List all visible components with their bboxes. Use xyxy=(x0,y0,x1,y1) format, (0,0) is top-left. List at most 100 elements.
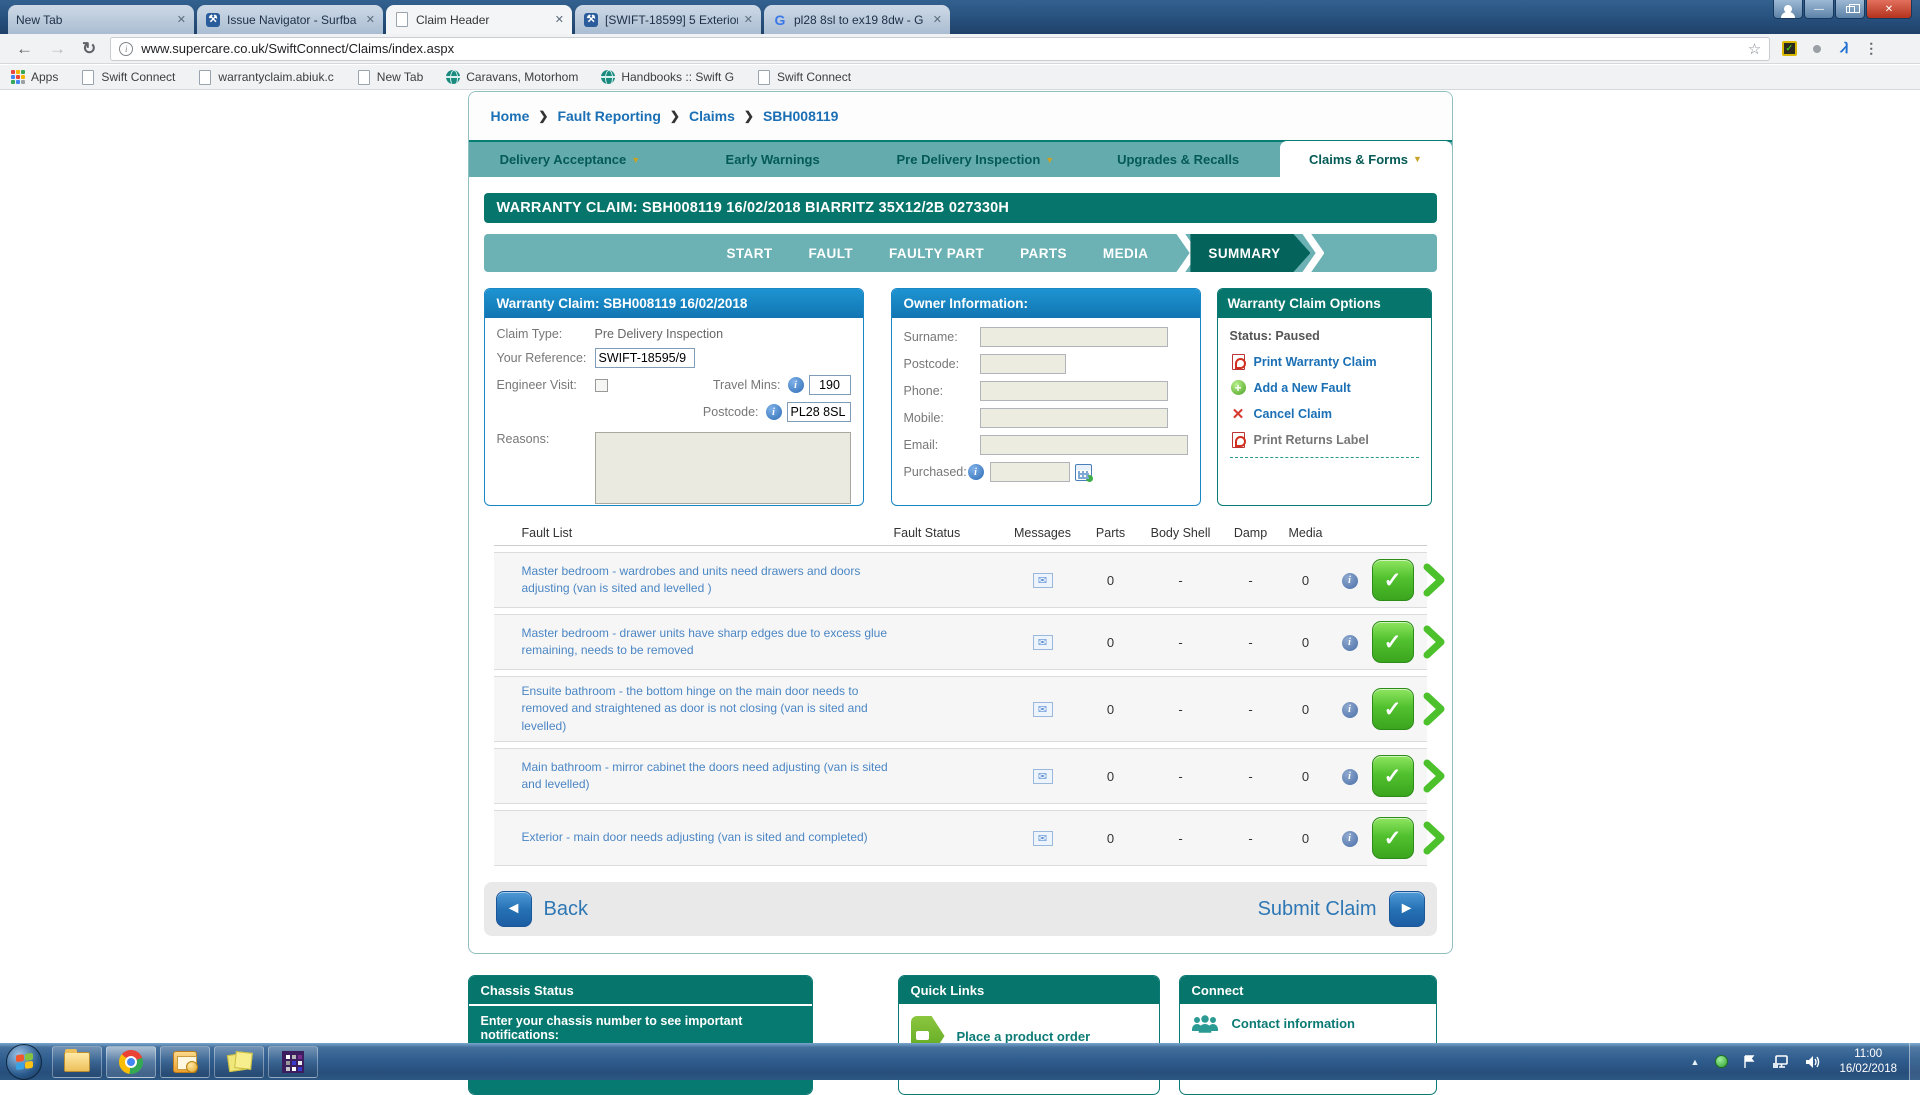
profile-button[interactable] xyxy=(1773,0,1803,19)
contact-information-link[interactable]: Contact information xyxy=(1232,1016,1356,1031)
tab-close-icon[interactable]: ✕ xyxy=(366,13,375,26)
breadcrumb-claims[interactable]: Claims xyxy=(689,108,735,124)
submit-claim-button[interactable]: Submit Claim ► xyxy=(1246,891,1425,927)
print-warranty-claim-link[interactable]: Print Warranty Claim xyxy=(1230,353,1419,370)
apps-shortcut[interactable]: Apps xyxy=(10,69,58,85)
back-button[interactable]: ◄ Back xyxy=(496,891,600,927)
info-icon[interactable]: i xyxy=(1342,769,1358,785)
browser-tab-swift-18599[interactable]: ⚒ [SWIFT-18599] 5 Exterior ✕ xyxy=(575,5,761,34)
taskbar-chrome-button[interactable] xyxy=(106,1046,156,1078)
complete-check-button[interactable]: ✓ xyxy=(1372,688,1414,730)
site-info-icon[interactable]: i xyxy=(119,42,133,56)
fault-link[interactable]: Main bathroom - mirror cabinet the doors… xyxy=(494,759,894,794)
restore-button[interactable] xyxy=(1835,0,1865,19)
start-button[interactable] xyxy=(6,1044,42,1080)
info-icon[interactable]: i xyxy=(1342,702,1358,718)
info-icon[interactable]: i xyxy=(1342,635,1358,651)
forward-nav-icon[interactable]: → xyxy=(49,39,66,59)
envelope-icon[interactable]: ✉ xyxy=(1033,573,1053,588)
close-button[interactable]: ✕ xyxy=(1866,0,1912,19)
action-center-flag-icon[interactable] xyxy=(1742,1054,1758,1070)
your-reference-input[interactable] xyxy=(595,348,695,368)
shield-extension-icon[interactable]: ✓ xyxy=(1780,40,1798,58)
cancel-claim-link[interactable]: ✕ Cancel Claim xyxy=(1230,405,1419,422)
complete-check-button[interactable]: ✓ xyxy=(1372,621,1414,663)
tab-close-icon[interactable]: ✕ xyxy=(177,13,186,26)
taskbar-app-button[interactable] xyxy=(268,1046,318,1078)
bookmark-star-icon[interactable]: ☆ xyxy=(1748,40,1761,58)
info-icon[interactable]: i xyxy=(788,377,804,393)
add-new-fault-link[interactable]: + Add a New Fault xyxy=(1230,379,1419,396)
envelope-icon[interactable]: ✉ xyxy=(1033,635,1053,650)
back-arrow-icon[interactable]: ◄ xyxy=(496,891,532,927)
nav-tab-pre-delivery-inspection[interactable]: Pre Delivery Inspection ▼ xyxy=(874,142,1077,177)
browser-menu-icon[interactable]: ⋮ xyxy=(1864,40,1878,57)
info-icon[interactable]: i xyxy=(968,464,984,480)
tab-close-icon[interactable]: ✕ xyxy=(744,13,753,26)
info-icon[interactable]: i xyxy=(1342,831,1358,847)
info-icon[interactable]: i xyxy=(1342,573,1358,589)
bookmark-swift-connect-2[interactable]: Swift Connect xyxy=(756,69,851,85)
submit-arrow-icon[interactable]: ► xyxy=(1389,891,1425,927)
step-start[interactable]: START xyxy=(727,246,773,261)
back-nav-icon[interactable]: ← xyxy=(16,39,33,59)
engineer-visit-checkbox[interactable] xyxy=(595,379,608,392)
open-fault-chevron[interactable] xyxy=(1418,821,1451,855)
messages-cell[interactable]: ✉ xyxy=(1004,830,1082,846)
calendar-icon[interactable] xyxy=(1075,464,1092,481)
step-summary-active[interactable]: SUMMARY xyxy=(1190,234,1310,272)
browser-tab-claim-header[interactable]: Claim Header ✕ xyxy=(386,5,572,34)
bookmark-new-tab[interactable]: New Tab xyxy=(356,69,423,85)
minimize-button[interactable]: — xyxy=(1804,0,1834,19)
taskbar-clock[interactable]: 11:00 16/02/2018 xyxy=(1839,1047,1897,1077)
bookmark-handbooks[interactable]: Handbooks :: Swift G xyxy=(600,69,734,85)
status-green-icon[interactable] xyxy=(1715,1055,1728,1068)
step-fault[interactable]: FAULT xyxy=(809,246,854,261)
nav-tab-claims-forms[interactable]: Claims & Forms ▼ xyxy=(1280,141,1452,177)
open-fault-chevron[interactable] xyxy=(1418,563,1451,597)
network-icon[interactable] xyxy=(1772,1054,1790,1070)
info-icon[interactable]: i xyxy=(766,404,782,420)
nav-tab-upgrades-recalls[interactable]: Upgrades & Recalls xyxy=(1077,142,1280,177)
fault-link[interactable]: Master bedroom - drawer units have sharp… xyxy=(494,625,894,660)
taskbar-outlook-button[interactable] xyxy=(160,1046,210,1078)
messages-cell[interactable]: ✉ xyxy=(1004,768,1082,784)
address-bar[interactable]: i www.supercare.co.uk/SwiftConnect/Claim… xyxy=(110,37,1770,61)
envelope-icon[interactable]: ✉ xyxy=(1033,831,1053,846)
show-desktop-button[interactable] xyxy=(1909,1043,1920,1080)
print-returns-label-link[interactable]: Print Returns Label xyxy=(1230,431,1419,448)
open-fault-chevron[interactable] xyxy=(1418,759,1451,793)
step-parts[interactable]: PARTS xyxy=(1020,246,1067,261)
tab-close-icon[interactable]: ✕ xyxy=(555,13,564,26)
reasons-textarea[interactable] xyxy=(595,432,851,504)
breadcrumb-fault-reporting[interactable]: Fault Reporting xyxy=(557,108,660,124)
fault-link[interactable]: Ensuite bathroom - the bottom hinge on t… xyxy=(494,683,894,735)
messages-cell[interactable]: ✉ xyxy=(1004,701,1082,717)
complete-check-button[interactable]: ✓ xyxy=(1372,817,1414,859)
reload-icon[interactable]: ↻ xyxy=(82,39,96,59)
travel-postcode-input[interactable] xyxy=(787,402,851,422)
breadcrumb-claim-number[interactable]: SBH008119 xyxy=(763,108,839,124)
messages-cell[interactable]: ✉ xyxy=(1004,572,1082,588)
capture-extension-icon[interactable]: λ xyxy=(1836,40,1854,58)
adblock-extension-icon[interactable] xyxy=(1808,40,1826,58)
taskbar-explorer-button[interactable] xyxy=(52,1046,102,1078)
browser-tab-newtab[interactable]: New Tab ✕ xyxy=(8,5,194,34)
step-faulty-part[interactable]: FAULTY PART xyxy=(889,246,984,261)
breadcrumb-home[interactable]: Home xyxy=(491,108,530,124)
place-product-order-link[interactable]: Place a product order xyxy=(957,1029,1091,1044)
tab-close-icon[interactable]: ✕ xyxy=(933,13,942,26)
url-text[interactable]: www.supercare.co.uk/SwiftConnect/Claims/… xyxy=(141,41,1742,56)
complete-check-button[interactable]: ✓ xyxy=(1372,755,1414,797)
fault-link[interactable]: Exterior - main door needs adjusting (va… xyxy=(494,829,894,846)
messages-cell[interactable]: ✉ xyxy=(1004,634,1082,650)
complete-check-button[interactable]: ✓ xyxy=(1372,559,1414,601)
taskbar-sticky-notes-button[interactable] xyxy=(214,1046,264,1078)
volume-icon[interactable] xyxy=(1804,1054,1822,1070)
browser-tab-google-search[interactable]: G pl28 8sl to ex19 8dw - G ✕ xyxy=(764,5,950,34)
step-media[interactable]: MEDIA xyxy=(1103,246,1149,261)
bookmark-swift-connect[interactable]: Swift Connect xyxy=(80,69,175,85)
nav-tab-delivery-acceptance[interactable]: Delivery Acceptance ▼ xyxy=(469,142,672,177)
open-fault-chevron[interactable] xyxy=(1418,692,1451,726)
browser-tab-issue-navigator[interactable]: ⚒ Issue Navigator - Surfba ✕ xyxy=(197,5,383,34)
